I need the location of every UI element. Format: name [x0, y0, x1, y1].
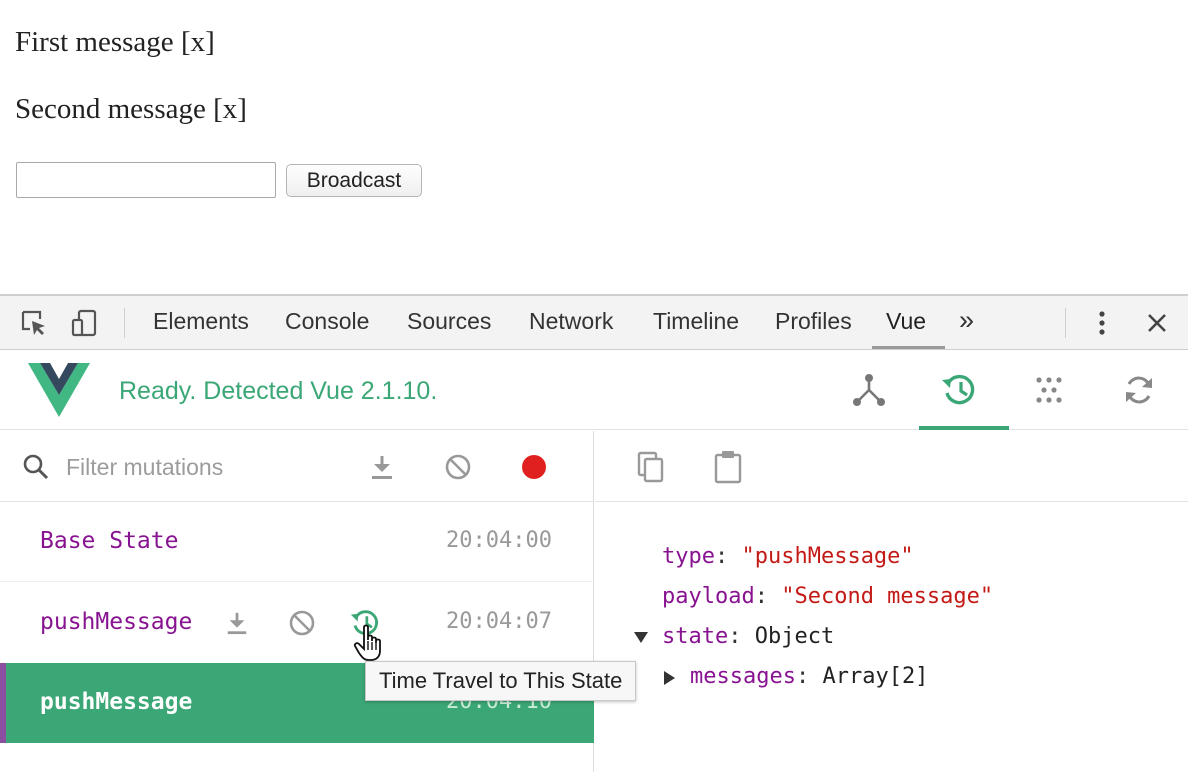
- kebab-menu-icon[interactable]: [1085, 306, 1119, 340]
- inspector-toolbar: [595, 431, 1188, 502]
- message-text: Second message: [15, 93, 206, 125]
- tab-sources[interactable]: Sources: [407, 308, 491, 335]
- filter-mutations-input[interactable]: [66, 449, 326, 485]
- state-inspector-pane: type: "pushMessage" payload: "Second mes…: [595, 431, 1188, 772]
- mutation-name: Base State: [40, 528, 179, 554]
- mutation-time: 20:04:07: [446, 609, 552, 634]
- remove-message-link[interactable]: [x]: [213, 93, 247, 125]
- mutations-filter-bar: [0, 431, 594, 502]
- events-icon[interactable]: [1029, 370, 1069, 410]
- property-key: type: [662, 544, 715, 569]
- collapse-arrow-icon[interactable]: [664, 671, 675, 685]
- components-tree-icon[interactable]: [849, 370, 889, 410]
- property-value: "Second message": [781, 584, 994, 609]
- mutation-row[interactable]: pushMessage 20:04:07: [0, 583, 594, 663]
- tab-vue[interactable]: Vue: [886, 308, 926, 335]
- hand-pointer-icon: [353, 624, 387, 667]
- revert-all-icon[interactable]: [438, 447, 478, 487]
- property-key: payload: [662, 584, 755, 609]
- refresh-icon[interactable]: [1119, 370, 1159, 410]
- property-key: messages: [690, 664, 796, 689]
- tab-network[interactable]: Network: [529, 308, 613, 335]
- tab-console[interactable]: Console: [285, 308, 369, 335]
- toolbar-divider: [124, 308, 125, 338]
- payload-row: payload: "Second message": [662, 584, 994, 609]
- active-vue-tab-indicator: [919, 426, 1009, 430]
- remove-message-link[interactable]: [x]: [181, 26, 215, 58]
- more-tabs-icon[interactable]: »: [959, 305, 974, 336]
- mutations-pane: Base State 20:04:00 pushMessage: [0, 431, 594, 772]
- mutation-row-base-state[interactable]: Base State 20:04:00: [0, 502, 594, 582]
- property-value: "pushMessage": [741, 544, 914, 569]
- expand-arrow-icon[interactable]: [634, 632, 648, 643]
- mutation-time: 20:04:00: [446, 528, 552, 553]
- message-text: First message: [15, 26, 174, 58]
- message-item: First message [x]: [15, 26, 215, 59]
- type-row: type: "pushMessage": [662, 544, 914, 569]
- commit-all-icon[interactable]: [362, 447, 402, 487]
- mutation-name: pushMessage: [40, 609, 193, 635]
- property-value: Array[2]: [822, 664, 929, 689]
- toolbar-divider: [1065, 308, 1066, 338]
- broadcast-input[interactable]: [16, 162, 276, 198]
- message-item: Second message [x]: [15, 93, 247, 126]
- record-icon[interactable]: [514, 447, 554, 487]
- app-page: First message [x] Second message [x] Bro…: [0, 0, 1188, 294]
- tab-timeline[interactable]: Timeline: [653, 308, 739, 335]
- property-value: Object: [754, 624, 835, 649]
- vuex-history-icon[interactable]: [940, 370, 980, 410]
- state-row[interactable]: state: Object: [634, 624, 834, 649]
- messages-row[interactable]: messages: Array[2]: [664, 664, 928, 689]
- active-tab-indicator: [872, 346, 945, 349]
- property-key: state: [662, 624, 729, 649]
- time-travel-tooltip: Time Travel to This State: [365, 661, 637, 701]
- copy-icon[interactable]: [631, 447, 671, 487]
- close-icon[interactable]: [1140, 306, 1174, 340]
- vue-status-text: Ready. Detected Vue 2.1.10.: [119, 377, 438, 405]
- commit-mutation-icon[interactable]: [219, 605, 255, 641]
- revert-mutation-icon[interactable]: [284, 605, 320, 641]
- broadcast-button[interactable]: Broadcast: [286, 164, 422, 197]
- search-icon: [16, 447, 56, 487]
- vue-devtools-header: Ready. Detected Vue 2.1.10.: [0, 351, 1188, 430]
- tab-profiles[interactable]: Profiles: [775, 308, 852, 335]
- inspect-element-icon[interactable]: [17, 306, 51, 340]
- device-toolbar-icon[interactable]: [68, 306, 102, 340]
- devtools-tabbar: Elements Console Sources Network Timelin…: [0, 296, 1188, 350]
- vue-logo-icon: [28, 363, 90, 422]
- paste-icon[interactable]: [708, 447, 748, 487]
- active-state-marker: [0, 663, 6, 743]
- mutation-name: pushMessage: [40, 689, 193, 715]
- tab-elements[interactable]: Elements: [153, 308, 249, 335]
